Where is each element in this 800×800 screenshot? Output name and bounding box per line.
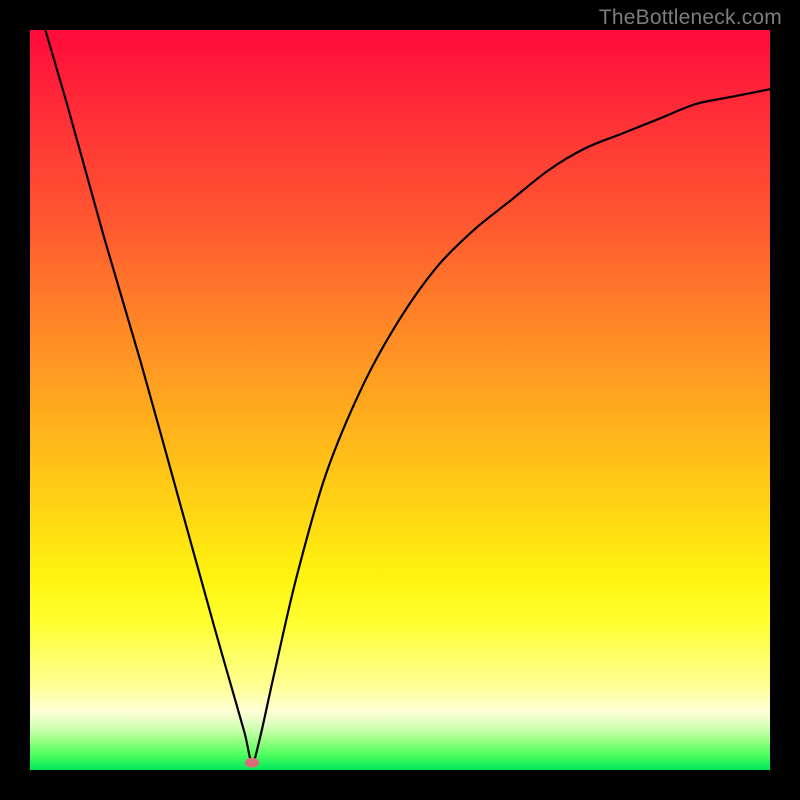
optimum-point-marker — [245, 758, 259, 768]
curve-svg — [30, 30, 770, 770]
plot-area — [30, 30, 770, 770]
bottleneck-curve — [30, 30, 770, 763]
chart-frame: TheBottleneck.com — [0, 0, 800, 800]
watermark-text: TheBottleneck.com — [599, 6, 782, 30]
